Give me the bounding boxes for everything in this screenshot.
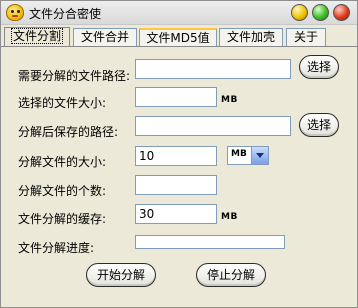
title-bar[interactable]: 文件分合密使 bbox=[1, 1, 357, 25]
split-count-field bbox=[135, 175, 217, 195]
chevron-down-icon[interactable] bbox=[251, 147, 268, 164]
browse-output-button[interactable]: 选择 bbox=[299, 113, 339, 137]
selected-size-unit: MB bbox=[221, 95, 238, 105]
tab-file-md5[interactable]: 文件MD5值 bbox=[139, 28, 217, 46]
maximize-button[interactable] bbox=[312, 4, 329, 21]
output-path-label: 分解后保存的路径: bbox=[18, 125, 119, 139]
stop-split-button[interactable]: 停止分解 bbox=[196, 263, 266, 287]
start-split-button[interactable]: 开始分解 bbox=[86, 263, 156, 287]
selected-size-field bbox=[135, 87, 217, 107]
output-path-input[interactable] bbox=[135, 116, 291, 136]
source-path-input[interactable] bbox=[135, 59, 291, 79]
split-panel: 需要分解的文件路径: 选择 选择的文件大小: MB 分解后保存的路径: 选择 分… bbox=[1, 46, 357, 307]
split-unit-select[interactable]: MB bbox=[227, 146, 269, 165]
tab-bar: 文件分割 文件合并 文件MD5值 文件加壳 关于 bbox=[1, 27, 357, 47]
split-count-label: 分解文件的个数: bbox=[18, 184, 107, 198]
cache-input[interactable]: 30 bbox=[135, 204, 217, 224]
split-size-label: 分解文件的大小: bbox=[18, 155, 107, 169]
tab-file-pack[interactable]: 文件加壳 bbox=[219, 28, 283, 46]
tab-file-merge[interactable]: 文件合并 bbox=[73, 28, 137, 46]
progress-bar bbox=[135, 235, 285, 249]
split-size-input[interactable]: 10 bbox=[135, 146, 217, 166]
app-window: 文件分合密使 文件分割 文件合并 文件MD5值 文件加壳 关于 需要分解的文件路… bbox=[0, 0, 358, 308]
progress-label: 文件分解进度: bbox=[18, 241, 95, 255]
tab-file-split[interactable]: 文件分割 bbox=[4, 27, 70, 47]
tab-about[interactable]: 关于 bbox=[286, 28, 326, 46]
cache-unit: MB bbox=[221, 212, 238, 222]
split-unit-value: MB bbox=[231, 149, 247, 159]
app-smiley-icon bbox=[6, 4, 24, 21]
selected-size-label: 选择的文件大小: bbox=[18, 96, 107, 110]
source-path-label: 需要分解的文件路径: bbox=[18, 69, 131, 83]
minimize-button[interactable] bbox=[291, 4, 308, 21]
cache-label: 文件分解的缓存: bbox=[18, 212, 107, 226]
close-button[interactable] bbox=[333, 4, 350, 21]
window-title: 文件分合密使 bbox=[29, 7, 102, 21]
browse-source-button[interactable]: 选择 bbox=[299, 55, 339, 79]
